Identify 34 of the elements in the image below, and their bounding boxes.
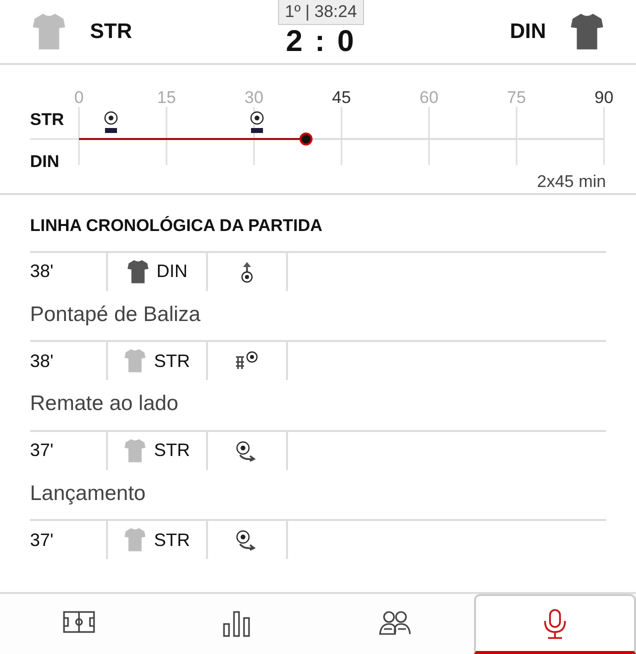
match-format: 2x45 min [537,171,606,193]
progress-knob [298,132,313,146]
team-name: DIN [156,260,188,283]
goal-marker [105,128,117,133]
ball-icon [104,111,118,125]
goal-post-ball-icon [234,351,260,371]
goal-marker [251,128,263,133]
event-minute: 37' [30,439,54,462]
nav-tab[interactable] [474,594,636,654]
section-title: LINHA CRONOLÓGICA DA PARTIDA [30,216,322,235]
event-minute: 38' [30,350,54,372]
minute-tick-label: 60 [420,87,438,109]
score: 2 : 0 [286,25,356,59]
team-name: DIN [510,18,546,45]
team-name: STR [90,18,132,45]
match-clock: 1º | 38:24 [278,0,364,25]
team-name: STR [154,439,190,462]
minute-tick-label: 30 [244,87,264,109]
minute-tick-label: 75 [507,87,526,109]
event-minute: 37' [30,528,54,552]
minute-tick-label: 45 [332,87,351,109]
minute-tick-label: 0 [74,87,84,109]
team-label: DIN [30,151,60,173]
event-minute: 38' [30,260,54,283]
ball-icon [250,111,264,125]
event-description: Remate ao lado [30,392,178,415]
ball-kick-icon [240,260,254,282]
event-description: Lançamento [30,482,146,504]
minute-tick-label: 90 [594,87,614,109]
team-name: STR [154,528,190,552]
minute-tick-label: 15 [157,87,176,109]
team-label: STR [30,109,64,131]
event-description: Pontapé de Baliza [30,302,200,326]
team-name: STR [154,350,190,372]
